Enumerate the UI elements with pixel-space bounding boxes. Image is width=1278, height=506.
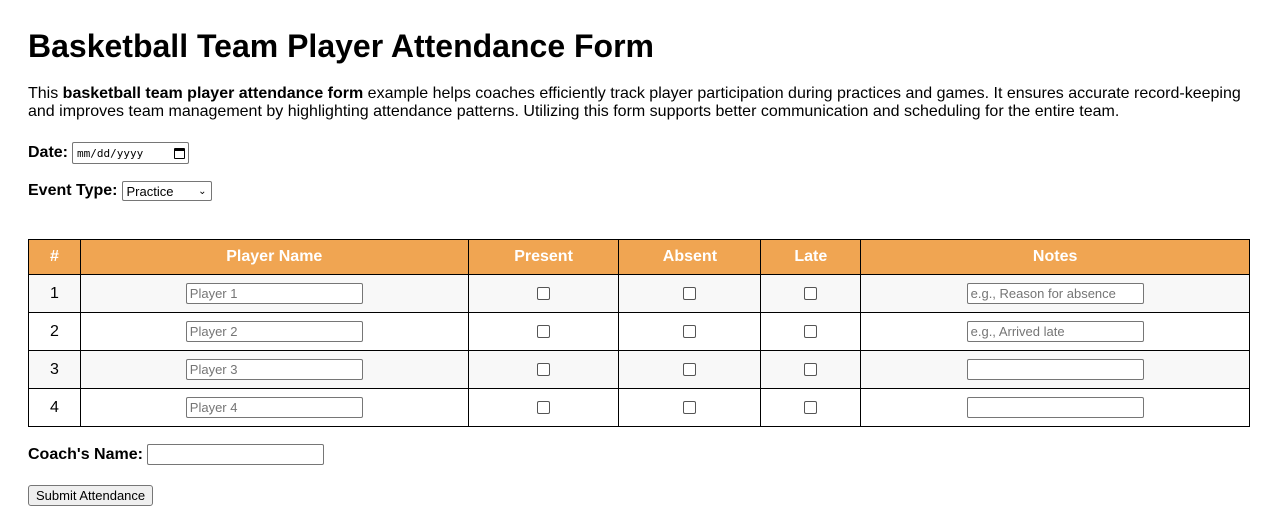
coach-name-label: Coach's Name: bbox=[28, 445, 143, 463]
event-type-value: Practice bbox=[126, 183, 174, 199]
header-notes: Notes bbox=[860, 239, 1250, 275]
table-row: 3 bbox=[28, 350, 1250, 389]
late-cell bbox=[760, 350, 862, 389]
header-late: Late bbox=[760, 239, 862, 275]
notes-cell bbox=[860, 388, 1250, 427]
player-name-cell bbox=[79, 350, 469, 389]
header-number: # bbox=[28, 239, 81, 275]
event-type-row: Event Type: Practice ⌄ bbox=[28, 181, 212, 201]
present-checkbox[interactable] bbox=[537, 286, 551, 300]
present-cell bbox=[467, 388, 620, 427]
absent-checkbox[interactable] bbox=[683, 286, 697, 300]
header-player-name: Player Name bbox=[79, 239, 469, 275]
player-name-input[interactable] bbox=[185, 283, 363, 304]
notes-input[interactable] bbox=[966, 283, 1144, 304]
present-cell bbox=[467, 312, 620, 351]
present-cell bbox=[467, 350, 620, 389]
table-row: 4 bbox=[28, 388, 1250, 427]
absent-cell bbox=[618, 350, 762, 389]
absent-checkbox[interactable] bbox=[683, 400, 697, 414]
absent-cell bbox=[618, 312, 762, 351]
header-present: Present bbox=[467, 239, 620, 275]
header-absent: Absent bbox=[618, 239, 762, 275]
row-number: 1 bbox=[28, 274, 81, 313]
chevron-down-icon: ⌄ bbox=[198, 185, 207, 197]
absent-cell bbox=[618, 388, 762, 427]
present-checkbox[interactable] bbox=[537, 400, 551, 414]
late-cell bbox=[760, 274, 862, 313]
coach-row: Coach's Name: bbox=[28, 444, 324, 465]
submit-attendance-button[interactable]: Submit Attendance bbox=[28, 485, 154, 506]
notes-input[interactable] bbox=[966, 397, 1144, 418]
player-name-cell bbox=[79, 312, 469, 351]
player-name-cell bbox=[79, 274, 469, 313]
late-checkbox[interactable] bbox=[804, 362, 818, 376]
player-name-input[interactable] bbox=[185, 397, 363, 418]
absent-checkbox[interactable] bbox=[683, 324, 697, 338]
absent-cell bbox=[618, 274, 762, 313]
absent-checkbox[interactable] bbox=[683, 362, 697, 376]
coach-name-input[interactable] bbox=[146, 444, 324, 465]
late-cell bbox=[760, 388, 862, 427]
row-number: 2 bbox=[28, 312, 81, 351]
row-number: 4 bbox=[28, 388, 81, 427]
date-label: Date: bbox=[28, 144, 69, 161]
notes-cell bbox=[860, 274, 1250, 313]
intro-paragraph: This basketball team player attendance f… bbox=[28, 85, 1250, 121]
date-input[interactable]: mm/dd/yyyy bbox=[72, 142, 190, 164]
page-title: Basketball Team Player Attendance Form bbox=[28, 28, 654, 64]
notes-cell bbox=[860, 312, 1250, 351]
notes-input[interactable] bbox=[966, 359, 1144, 380]
player-name-cell bbox=[79, 388, 469, 427]
intro-prefix: This bbox=[28, 85, 63, 102]
table-row: 1 bbox=[28, 274, 1250, 313]
late-checkbox[interactable] bbox=[804, 324, 818, 338]
attendance-table: # Player Name Present Absent Late Notes … bbox=[28, 239, 1250, 427]
notes-cell bbox=[860, 350, 1250, 389]
late-checkbox[interactable] bbox=[804, 400, 818, 414]
player-name-input[interactable] bbox=[185, 359, 363, 380]
event-type-label: Event Type: bbox=[28, 182, 118, 199]
player-name-input[interactable] bbox=[185, 321, 363, 342]
present-cell bbox=[467, 274, 620, 313]
late-cell bbox=[760, 312, 862, 351]
table-header-row: # Player Name Present Absent Late Notes bbox=[28, 239, 1250, 275]
present-checkbox[interactable] bbox=[537, 362, 551, 376]
event-type-select[interactable]: Practice ⌄ bbox=[121, 181, 212, 201]
page: Basketball Team Player Attendance Form T… bbox=[0, 0, 1278, 121]
late-checkbox[interactable] bbox=[804, 286, 818, 300]
date-placeholder: mm/dd/yyyy bbox=[77, 146, 144, 160]
row-number: 3 bbox=[28, 350, 81, 389]
intro-bold: basketball team player attendance form bbox=[62, 85, 364, 102]
table-row: 2 bbox=[28, 312, 1250, 351]
present-checkbox[interactable] bbox=[537, 324, 551, 338]
notes-input[interactable] bbox=[966, 321, 1144, 342]
calendar-icon[interactable] bbox=[174, 147, 186, 159]
date-row: Date: mm/dd/yyyy bbox=[28, 142, 190, 164]
